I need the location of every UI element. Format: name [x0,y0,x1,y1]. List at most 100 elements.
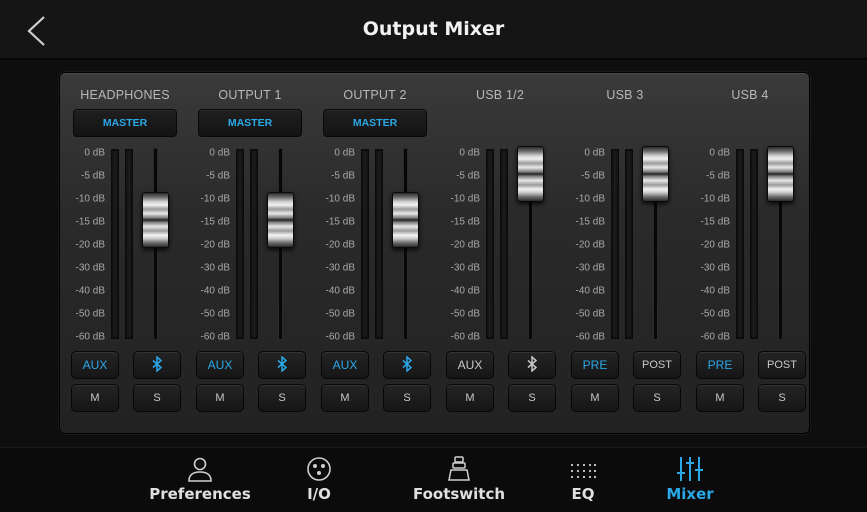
db-tick-label: -30 dB [700,262,730,274]
bluetooth-button[interactable] [258,351,306,379]
person-icon [186,455,214,483]
channel-label: USB 4 [731,88,769,102]
post-button[interactable]: POST [633,351,681,379]
db-scale: 0 dB -5 dB -10 dB -15 dB -20 dB -30 dB -40 dB -… [688,147,732,343]
aux-button[interactable]: AUX [321,351,369,379]
bluetooth-button[interactable] [133,351,181,379]
db-tick-label: -50 dB [325,308,355,320]
fader-handle[interactable] [767,146,794,202]
db-tick-label: -60 dB [75,331,105,343]
db-tick-label: -50 dB [575,308,605,320]
mute-button[interactable]: M [696,384,744,412]
solo-button[interactable]: S [258,384,306,412]
db-tick-label: 0 dB [209,147,230,159]
db-tick-label: -5 dB [456,170,480,182]
db-tick-label: -60 dB [700,331,730,343]
db-tick-label: -50 dB [75,308,105,320]
fader-handle[interactable] [642,146,669,202]
level-meter-left [236,149,244,339]
post-button[interactable]: POST [758,351,806,379]
nav-item-label: Mixer [666,485,714,503]
mute-button[interactable]: M [571,384,619,412]
mixer-sliders-icon [676,455,704,483]
master-button[interactable]: MASTER [73,109,177,137]
bluetooth-button[interactable] [508,351,556,379]
db-scale: 0 dB -5 dB -10 dB -15 dB -20 dB -30 dB -40 dB -… [63,147,107,343]
mixer-channel: USB 4 0 dB -5 dB -10 dB -15 dB -20 dB -30 dB -4… [688,73,812,433]
solo-button[interactable]: S [383,384,431,412]
db-scale: 0 dB -5 dB -10 dB -15 dB -20 dB -30 dB -40 dB -… [313,147,357,343]
level-meter-right [625,149,633,339]
db-tick-label: -50 dB [200,308,230,320]
db-tick-label: -5 dB [81,170,105,182]
solo-button[interactable]: S [133,384,181,412]
nav-item-preferences[interactable]: Preferences [144,448,256,512]
level-meter-right [125,149,133,339]
db-tick-label: -5 dB [706,170,730,182]
db-tick-label: -5 dB [581,170,605,182]
db-tick-label: -10 dB [575,193,605,205]
mute-button[interactable]: M [71,384,119,412]
fader-handle[interactable] [142,192,169,248]
nav-item-footswitch[interactable]: Footswitch [408,448,510,512]
level-meter-right [500,149,508,339]
nav-item-eq[interactable]: EQ [543,448,623,512]
level-meter-left [611,149,619,339]
bottom-nav: Preferences I/O Footswitch EQ Mixer [0,447,867,512]
db-scale: 0 dB -5 dB -10 dB -15 dB -20 dB -30 dB -40 dB -… [438,147,482,343]
db-tick-label: -30 dB [75,262,105,274]
db-tick-label: -60 dB [325,331,355,343]
fader-handle[interactable] [517,146,544,202]
level-meter-right [250,149,258,339]
bluetooth-icon [525,356,539,373]
header-bar: Output Mixer [0,0,867,60]
bluetooth-button[interactable] [383,351,431,379]
db-tick-label: -40 dB [200,285,230,297]
db-tick-label: -10 dB [450,193,480,205]
db-tick-label: -10 dB [75,193,105,205]
master-button[interactable]: MASTER [198,109,302,137]
aux-button[interactable]: AUX [196,351,244,379]
mixer-channel: USB 1/2 0 dB -5 dB -10 dB -15 dB -20 dB -30 dB… [438,73,562,433]
mixer-channel: USB 3 0 dB -5 dB -10 dB -15 dB -20 dB -30 dB -4… [563,73,687,433]
db-tick-label: -40 dB [75,285,105,297]
channel-label: HEADPHONES [80,88,170,102]
mute-button[interactable]: M [321,384,369,412]
pre-button[interactable]: PRE [696,351,744,379]
mixer-panel: HEADPHONES MASTER 0 dB -5 dB -10 dB -15 dB -20… [59,72,810,434]
mixer-channel: OUTPUT 1 MASTER 0 dB -5 dB -10 dB -15 dB -20 d… [188,73,312,433]
nav-item-i-o[interactable]: I/O [289,448,349,512]
nav-item-label: Preferences [149,485,251,503]
mute-button[interactable]: M [446,384,494,412]
solo-button[interactable]: S [633,384,681,412]
eq-dots-icon [569,455,597,483]
db-tick-label: 0 dB [334,147,355,159]
nav-item-label: Footswitch [412,485,506,503]
mute-button[interactable]: M [196,384,244,412]
db-tick-label: -20 dB [75,239,105,251]
level-meter-right [375,149,383,339]
pre-button[interactable]: PRE [571,351,619,379]
level-meter-left [486,149,494,339]
db-tick-label: -30 dB [200,262,230,274]
bluetooth-icon [400,356,414,373]
db-tick-label: -20 dB [450,239,480,251]
solo-button[interactable]: S [508,384,556,412]
master-button[interactable]: MASTER [323,109,427,137]
channel-label: OUTPUT 1 [218,88,282,102]
aux-button[interactable]: AUX [71,351,119,379]
db-tick-label: -15 dB [325,216,355,228]
aux-button[interactable]: AUX [446,351,494,379]
db-tick-label: -5 dB [331,170,355,182]
db-tick-label: -15 dB [450,216,480,228]
db-tick-label: 0 dB [459,147,480,159]
solo-button[interactable]: S [758,384,806,412]
fader-handle[interactable] [267,192,294,248]
db-tick-label: 0 dB [84,147,105,159]
xlr-connector-icon [305,455,333,483]
nav-item-mixer[interactable]: Mixer [645,448,735,512]
fader-handle[interactable] [392,192,419,248]
db-tick-label: -15 dB [75,216,105,228]
db-tick-label: -40 dB [575,285,605,297]
db-tick-label: -60 dB [575,331,605,343]
